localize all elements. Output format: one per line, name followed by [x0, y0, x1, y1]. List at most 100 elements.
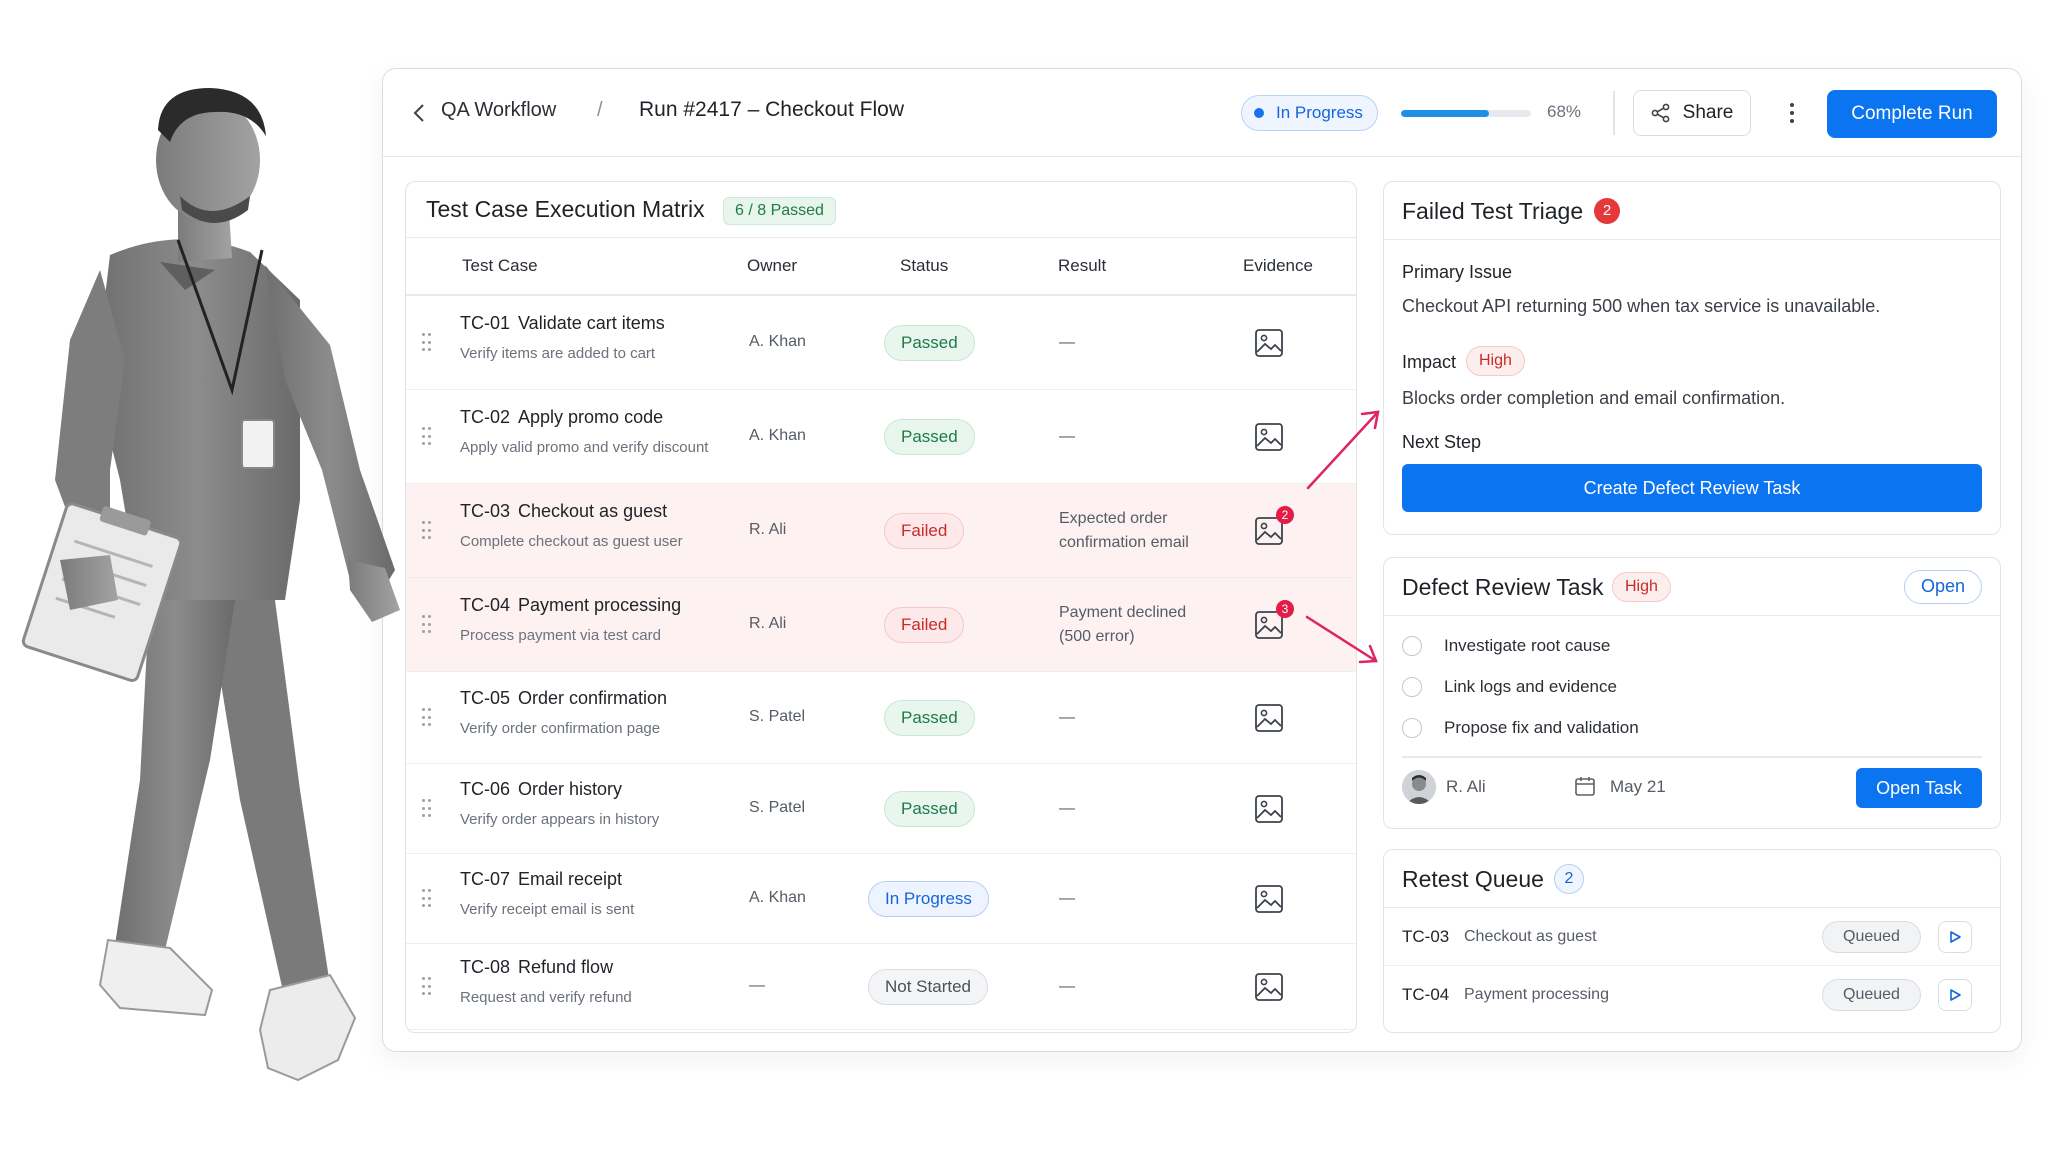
- back-chevron-icon[interactable]: [405, 99, 433, 127]
- defect-header: Defect Review Task High Open: [1384, 558, 2000, 616]
- impact-level-badge: High: [1466, 346, 1525, 376]
- evidence-image-icon[interactable]: [1254, 972, 1284, 1002]
- checkbox-circle-icon[interactable]: [1402, 677, 1422, 697]
- top-bar: QA Workflow / Run #2417 – Checkout Flow …: [383, 69, 2021, 157]
- table-row[interactable]: TC-07 Email receipt Verify receipt email i…: [406, 854, 1356, 944]
- drag-handle-icon[interactable]: [422, 333, 432, 353]
- column-header-owner[interactable]: Owner: [747, 256, 797, 276]
- test-status-badge: Not Started: [868, 969, 988, 1005]
- complete-run-button[interactable]: Complete Run: [1827, 90, 1997, 138]
- test-case-owner: A. Khan: [749, 889, 806, 906]
- test-result: —: [1059, 890, 1075, 907]
- evidence-image-icon[interactable]: [1254, 328, 1284, 358]
- impact-label: Impact: [1402, 352, 1457, 372]
- checklist-item-label: Propose fix and validation: [1444, 718, 1639, 737]
- test-case-name[interactable]: TC-08 Refund flow: [460, 957, 613, 978]
- test-case-title: Email receipt: [518, 869, 623, 889]
- assignee-name: R. Ali: [1446, 777, 1486, 796]
- checklist-item[interactable]: Investigate root cause: [1402, 636, 1610, 656]
- drag-handle-icon[interactable]: [422, 708, 432, 728]
- test-case-name[interactable]: TC-04 Payment processing: [460, 595, 681, 616]
- test-case-name[interactable]: TC-02 Apply promo code: [460, 407, 663, 428]
- checklist-item[interactable]: Propose fix and validation: [1402, 718, 1639, 738]
- queue-test-code: TC-04: [1402, 985, 1450, 1004]
- table-row[interactable]: TC-03 Checkout as guest Complete checkout …: [406, 484, 1356, 578]
- test-case-owner: R. Ali: [749, 615, 787, 632]
- breadcrumb-separator: /: [597, 99, 603, 121]
- checkbox-circle-icon[interactable]: [1402, 636, 1422, 656]
- test-case-name[interactable]: TC-07 Email receipt: [460, 869, 622, 890]
- evidence-image-icon[interactable]: [1254, 884, 1284, 914]
- play-icon[interactable]: [1938, 979, 1972, 1011]
- checklist-item-label: Link logs and evidence: [1444, 677, 1617, 696]
- test-case-description: Verify order appears in history: [460, 811, 660, 828]
- checklist-item[interactable]: Link logs and evidence: [1402, 677, 1617, 697]
- retest-queue-item[interactable]: TC-04 Payment processing Queued: [1384, 966, 2000, 1024]
- primary-issue-text: Checkout API returning 500 when tax serv…: [1402, 296, 1881, 316]
- column-header-test-case[interactable]: Test Case: [462, 256, 538, 276]
- test-case-description: Verify order confirmation page: [460, 720, 661, 737]
- drag-handle-icon[interactable]: [422, 977, 432, 997]
- next-step-label: Next Step: [1402, 432, 1482, 452]
- passed-count-badge: 6 / 8 Passed: [723, 197, 836, 225]
- failed-test-triage-card: Failed Test Triage 2 Primary Issue Check…: [1383, 181, 2001, 535]
- evidence-image-icon[interactable]: [1254, 703, 1284, 733]
- evidence-image-icon[interactable]: [1254, 794, 1284, 824]
- checkbox-circle-icon[interactable]: [1402, 718, 1422, 738]
- table-row[interactable]: TC-04 Payment processing Process payment v…: [406, 578, 1356, 672]
- retest-queue-item[interactable]: TC-03 Checkout as guest Queued: [1384, 908, 2000, 966]
- test-status-badge: Passed: [884, 791, 975, 827]
- column-header-evidence[interactable]: Evidence: [1243, 256, 1313, 276]
- test-status-badge: Failed: [884, 607, 965, 643]
- column-header-status[interactable]: Status: [900, 256, 948, 276]
- share-icon: [1651, 103, 1670, 123]
- test-case-name[interactable]: TC-03 Checkout as guest: [460, 501, 667, 522]
- test-case-name[interactable]: TC-06 Order history: [460, 779, 622, 800]
- test-case-code: TC-05: [460, 688, 511, 708]
- test-case-owner: A. Khan: [749, 427, 806, 444]
- table-row[interactable]: TC-06 Order history Verify order appears i…: [406, 764, 1356, 854]
- evidence-count-badge: 2: [1276, 506, 1294, 524]
- open-task-button[interactable]: Open Task: [1856, 768, 1982, 808]
- defect-review-task-card: Defect Review Task High Open Investigate…: [1383, 557, 2001, 829]
- defect-state-badge[interactable]: Open: [1903, 570, 1982, 604]
- breadcrumb-parent[interactable]: QA Workflow: [441, 99, 556, 122]
- test-case-description: Complete checkout as guest user: [460, 533, 683, 550]
- evidence-image-icon[interactable]: 2: [1254, 506, 1294, 546]
- due-date: May 21: [1610, 777, 1666, 796]
- play-icon[interactable]: [1938, 921, 1972, 953]
- matrix-title: Test Case Execution Matrix: [426, 196, 705, 222]
- drag-handle-icon[interactable]: [422, 889, 432, 909]
- queue-status-badge: Queued: [1822, 921, 1921, 953]
- table-row[interactable]: TC-05 Order confirmation Verify order conf…: [406, 672, 1356, 764]
- drag-handle-icon[interactable]: [422, 799, 432, 819]
- retest-header: Retest Queue 2: [1384, 850, 2000, 908]
- create-defect-review-task-button[interactable]: Create Defect Review Task: [1402, 464, 1982, 512]
- test-case-title: Payment processing: [518, 595, 682, 615]
- table-row[interactable]: TC-02 Apply promo code Apply valid promo a…: [406, 390, 1356, 484]
- test-case-name[interactable]: TC-05 Order confirmation: [460, 688, 667, 709]
- test-case-title: Order history: [518, 779, 623, 799]
- test-case-description: Verify items are added to cart: [460, 345, 656, 362]
- table-row[interactable]: TC-08 Refund flow Request and verify refun…: [406, 944, 1356, 1030]
- triage-title: Failed Test Triage: [1402, 198, 1584, 224]
- defect-priority-badge: High: [1612, 572, 1671, 602]
- evidence-count-badge: 3: [1276, 600, 1294, 618]
- evidence-image-icon[interactable]: 3: [1254, 600, 1294, 640]
- drag-handle-icon[interactable]: [422, 427, 432, 447]
- drag-handle-icon[interactable]: [422, 521, 432, 541]
- drag-handle-icon[interactable]: [422, 615, 432, 635]
- test-case-title: Order confirmation: [518, 688, 668, 708]
- column-header-result[interactable]: Result: [1058, 256, 1106, 276]
- more-options-icon[interactable]: [1781, 93, 1803, 133]
- test-case-owner: —: [749, 977, 765, 994]
- failed-count-badge: 2: [1594, 198, 1620, 224]
- matrix-header: Test Case Execution Matrix 6 / 8 Passed: [406, 182, 1356, 238]
- test-case-name[interactable]: TC-01 Validate cart items: [460, 313, 665, 334]
- test-case-code: TC-03: [460, 501, 511, 521]
- share-button[interactable]: Share: [1633, 90, 1751, 136]
- person-illustration: [21, 88, 400, 1082]
- table-row[interactable]: TC-01 Validate cart items Verify items are…: [406, 296, 1356, 390]
- run-status-label: In Progress: [1276, 103, 1363, 122]
- evidence-image-icon[interactable]: [1254, 422, 1284, 452]
